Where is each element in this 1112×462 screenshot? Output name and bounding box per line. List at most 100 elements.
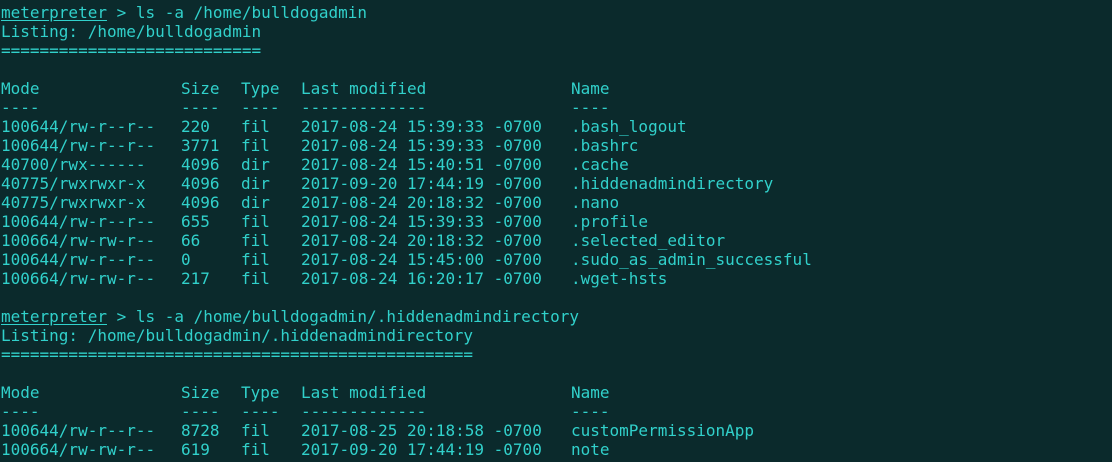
cell-type: dir <box>241 174 270 193</box>
table-header: Mode Size Type Last modified Name <box>1 79 1109 98</box>
table-row: 100644/rw-r--r-- 220 fil 2017-08-24 15:39:3… <box>1 117 1109 136</box>
table-row: 100664/rw-rw-r-- 217 fil 2017-08-24 16:20:1… <box>1 269 1109 288</box>
cell-mode: 100664/rw-rw-r-- <box>1 269 156 288</box>
terminal-output[interactable]: meterpreter > ls -a /home/bulldogadmin Li… <box>1 3 1109 459</box>
command-text: > ls -a /home/bulldogadmin/.hiddenadmind… <box>106 307 579 326</box>
table-row: 40700/rwx------ 4096 dir 2017-08-24 15:40:5… <box>1 155 1109 174</box>
cell-modified: 2017-09-20 17:44:19 -0700 <box>301 440 542 459</box>
cell-type: dir <box>241 155 270 174</box>
underline-mode: ---- <box>1 402 40 421</box>
table-row: 40775/rwxrwxr-x 4096 dir 2017-09-20 17:44:1… <box>1 174 1109 193</box>
cell-size: 4096 <box>181 193 220 212</box>
header-size: Size <box>181 383 220 402</box>
cell-modified: 2017-08-24 15:45:00 -0700 <box>301 250 542 269</box>
cell-modified: 2017-08-25 20:18:58 -0700 <box>301 421 542 440</box>
underline-name: ---- <box>571 402 610 421</box>
prompt-label: meterpreter <box>1 307 107 326</box>
table-header-underline: ---- ---- ---- ------------- ---- <box>1 98 1109 117</box>
cell-type: fil <box>241 421 270 440</box>
underline-size: ---- <box>181 98 220 117</box>
header-name: Name <box>571 79 610 98</box>
table-row: 100644/rw-r--r-- 3771 fil 2017-08-24 15:39:… <box>1 136 1109 155</box>
cell-name: .bashrc <box>571 136 639 155</box>
cell-name: customPermissionApp <box>571 421 755 440</box>
cell-size: 4096 <box>181 155 220 174</box>
cell-type: fil <box>241 440 270 459</box>
cell-mode: 40775/rwxrwxr-x <box>1 174 146 193</box>
cell-mode: 100644/rw-r--r-- <box>1 421 156 440</box>
listing-path: Listing: /home/bulldogadmin <box>1 22 262 41</box>
cell-size: 8728 <box>181 421 220 440</box>
cell-type: fil <box>241 136 270 155</box>
cell-mode: 100644/rw-r--r-- <box>1 117 156 136</box>
underline-type: ---- <box>241 98 280 117</box>
cell-size: 0 <box>181 250 191 269</box>
cell-size: 66 <box>181 231 201 250</box>
cell-type: fil <box>241 117 270 136</box>
listing-path: Listing: /home/bulldogadmin/.hiddenadmin… <box>1 326 474 345</box>
underline-mode: ---- <box>1 98 40 117</box>
table-row: 100644/rw-r--r-- 0 fil 2017-08-24 15:45:00 … <box>1 250 1109 269</box>
underline-modified: ------------- <box>301 402 427 421</box>
cell-name: .hiddenadmindirectory <box>571 174 774 193</box>
cell-modified: 2017-08-24 20:18:32 -0700 <box>301 193 542 212</box>
cell-name: note <box>571 440 610 459</box>
cell-modified: 2017-08-24 15:39:33 -0700 <box>301 117 542 136</box>
cell-modified: 2017-08-24 15:39:33 -0700 <box>301 136 542 155</box>
cell-name: .wget-hsts <box>571 269 668 288</box>
cell-type: fil <box>241 269 270 288</box>
cell-size: 4096 <box>181 174 220 193</box>
header-type: Type <box>241 79 280 98</box>
cell-name: .bash_logout <box>571 117 687 136</box>
underline-type: ---- <box>241 402 280 421</box>
command-line: meterpreter > ls -a /home/bulldogadmin <box>1 3 1109 22</box>
cell-mode: 100644/rw-r--r-- <box>1 136 156 155</box>
cell-size: 655 <box>181 212 210 231</box>
header-mode: Mode <box>1 383 40 402</box>
cell-name: .cache <box>571 155 629 174</box>
header-mode: Mode <box>1 79 40 98</box>
table-row: 100664/rw-rw-r-- 66 fil 2017-08-24 20:18:32… <box>1 231 1109 250</box>
table-row: 40775/rwxrwxr-x 4096 dir 2017-08-24 20:18:3… <box>1 193 1109 212</box>
cell-type: fil <box>241 231 270 250</box>
listing-separator: =========================== <box>1 41 262 60</box>
prompt-label: meterpreter <box>1 3 107 22</box>
cell-name: .selected_editor <box>571 231 726 250</box>
cell-mode: 100664/rw-rw-r-- <box>1 440 156 459</box>
header-modified: Last modified <box>301 383 427 402</box>
cell-name: .nano <box>571 193 620 212</box>
listing-separator: ========================================… <box>1 345 474 364</box>
cell-size: 217 <box>181 269 210 288</box>
table-row: 100664/rw-rw-r-- 619 fil 2017-09-20 17:44:1… <box>1 440 1109 459</box>
cell-modified: 2017-08-24 15:40:51 -0700 <box>301 155 542 174</box>
cell-modified: 2017-08-24 15:39:33 -0700 <box>301 212 542 231</box>
command-line: meterpreter > ls -a /home/bulldogadmin/.… <box>1 307 1109 326</box>
cell-size: 220 <box>181 117 210 136</box>
table-row: 100644/rw-r--r-- 8728 fil 2017-08-25 20:18:… <box>1 421 1109 440</box>
underline-size: ---- <box>181 402 220 421</box>
cell-name: .sudo_as_admin_successful <box>571 250 812 269</box>
table-header: Mode Size Type Last modified Name <box>1 383 1109 402</box>
cell-mode: 40700/rwx------ <box>1 155 146 174</box>
command-text: > ls -a /home/bulldogadmin <box>106 3 368 22</box>
header-name: Name <box>571 383 610 402</box>
header-type: Type <box>241 383 280 402</box>
cell-mode: 100644/rw-r--r-- <box>1 212 156 231</box>
cell-type: dir <box>241 193 270 212</box>
cell-modified: 2017-08-24 16:20:17 -0700 <box>301 269 542 288</box>
cell-modified: 2017-09-20 17:44:19 -0700 <box>301 174 542 193</box>
header-modified: Last modified <box>301 79 427 98</box>
cell-type: fil <box>241 212 270 231</box>
cell-modified: 2017-08-24 20:18:32 -0700 <box>301 231 542 250</box>
cell-size: 619 <box>181 440 210 459</box>
cell-name: .profile <box>571 212 649 231</box>
cell-type: fil <box>241 250 270 269</box>
cell-mode: 100644/rw-r--r-- <box>1 250 156 269</box>
table-header-underline: ---- ---- ---- ------------- ---- <box>1 402 1109 421</box>
cell-mode: 100664/rw-rw-r-- <box>1 231 156 250</box>
cell-size: 3771 <box>181 136 220 155</box>
underline-modified: ------------- <box>301 98 427 117</box>
